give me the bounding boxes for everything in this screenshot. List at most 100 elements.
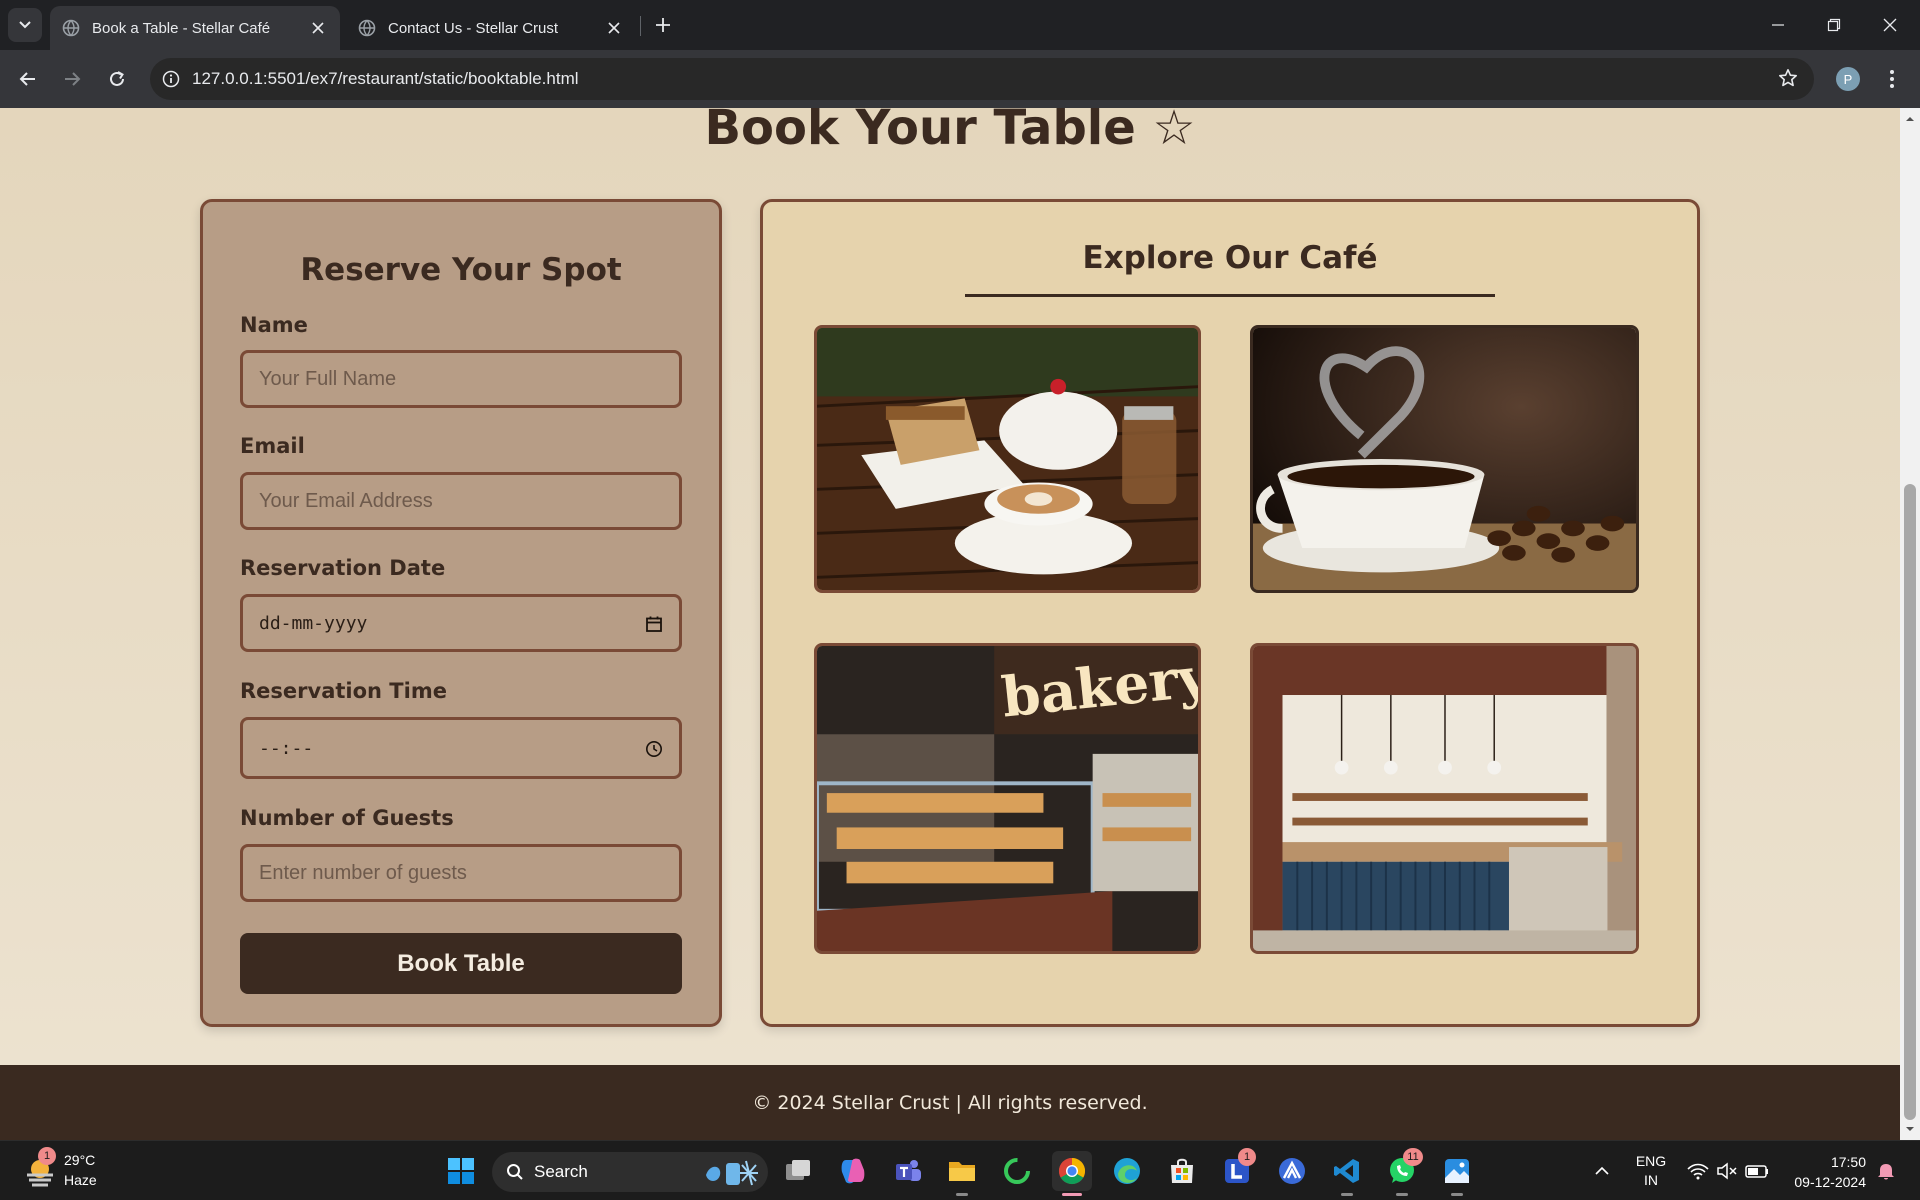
whatsapp-running-indicator bbox=[1396, 1193, 1408, 1196]
scroll-thumb[interactable] bbox=[1904, 484, 1916, 1120]
reload-icon bbox=[110, 71, 124, 86]
bakery-image: bakery bbox=[817, 646, 1198, 951]
footer-text: © 2024 Stellar Crust | All rights reserv… bbox=[752, 1091, 1148, 1114]
guests-label: Number of Guests bbox=[240, 806, 454, 830]
coffee-heart-steam-photo[interactable] bbox=[1250, 325, 1639, 593]
calendar-icon[interactable] bbox=[645, 615, 663, 633]
bakery-counter-photo[interactable]: bakery bbox=[814, 643, 1201, 954]
gallery-divider bbox=[965, 294, 1495, 297]
photos-app[interactable] bbox=[1437, 1151, 1477, 1191]
more-vertical-icon bbox=[1890, 70, 1894, 88]
close-icon[interactable] bbox=[604, 18, 624, 38]
tab-contact-us[interactable]: Contact Us - Stellar Crust bbox=[346, 6, 636, 50]
guests-placeholder: Enter number of guests bbox=[259, 861, 467, 884]
language-code: ENG bbox=[1635, 1153, 1667, 1169]
task-view-icon bbox=[786, 1160, 810, 1180]
sync-app[interactable] bbox=[997, 1151, 1037, 1191]
clock[interactable]: 17:50 09-12-2024 bbox=[1776, 1152, 1866, 1192]
arrow-right-icon bbox=[65, 72, 81, 86]
name-label: Name bbox=[240, 313, 308, 337]
bell-icon bbox=[1878, 1164, 1894, 1180]
tab-divider bbox=[640, 16, 641, 36]
profile-avatar[interactable]: P bbox=[1836, 67, 1860, 91]
restore-button[interactable] bbox=[1812, 8, 1856, 42]
chrome-app[interactable] bbox=[1052, 1151, 1092, 1191]
browser-tabstrip: Book a Table - Stellar Café Contact Us -… bbox=[0, 0, 1920, 50]
scroll-up-icon[interactable] bbox=[1905, 114, 1915, 124]
tray-overflow-button[interactable] bbox=[1582, 1151, 1622, 1191]
search-highlight-icon bbox=[706, 1160, 758, 1186]
search-label: Search bbox=[534, 1162, 588, 1181]
bookmark-star-icon[interactable] bbox=[1778, 68, 1798, 88]
copilot-app[interactable] bbox=[833, 1151, 873, 1191]
guests-input[interactable]: Enter number of guests bbox=[240, 844, 682, 902]
close-icon[interactable] bbox=[308, 18, 328, 38]
time-input[interactable]: --:-- bbox=[240, 717, 682, 779]
scroll-down-icon[interactable] bbox=[1905, 1124, 1915, 1134]
file-explorer-app[interactable] bbox=[942, 1151, 982, 1191]
weather-badge: 1 bbox=[38, 1147, 56, 1165]
teams-app[interactable] bbox=[888, 1151, 928, 1191]
chevron-down-icon bbox=[19, 21, 31, 29]
browser-menu-button[interactable] bbox=[1880, 64, 1904, 94]
time-placeholder: --:-- bbox=[259, 737, 314, 759]
teams-icon bbox=[896, 1160, 921, 1181]
address-bar[interactable]: 127.0.0.1:5501/ex7/restaurant/static/boo… bbox=[150, 58, 1814, 100]
tab-search-button[interactable] bbox=[8, 8, 42, 42]
book-table-button[interactable]: Book Table bbox=[240, 933, 682, 994]
edge-app[interactable] bbox=[1107, 1151, 1147, 1191]
reload-button[interactable] bbox=[101, 63, 133, 95]
weather-widget[interactable]: 1 29°C Haze bbox=[22, 1147, 122, 1193]
clock-time: 17:50 bbox=[1830, 1154, 1866, 1170]
date-input[interactable]: dd-mm-yyyy bbox=[240, 594, 682, 652]
wifi-volume-battery-icons bbox=[1687, 1162, 1768, 1180]
l-app-badge: 1 bbox=[1238, 1148, 1256, 1166]
close-icon bbox=[1883, 18, 1897, 32]
whatsapp-badge: 11 bbox=[1403, 1148, 1423, 1166]
weather-temp: 29°C bbox=[64, 1152, 96, 1168]
name-input[interactable]: Your Full Name bbox=[240, 350, 682, 408]
close-window-button[interactable] bbox=[1868, 8, 1912, 42]
language-indicator[interactable]: ENG IN bbox=[1628, 1152, 1674, 1190]
notifications-button[interactable] bbox=[1866, 1151, 1906, 1191]
page-viewport: Book Your Table ☆ Reserve Your Spot Name… bbox=[0, 108, 1920, 1140]
page-background: Book Your Table ☆ Reserve Your Spot Name… bbox=[0, 108, 1900, 1065]
tab-title: Book a Table - Stellar Café bbox=[92, 19, 271, 37]
reservation-form: Reserve Your Spot Name Your Full Name Em… bbox=[200, 199, 722, 1027]
quick-settings[interactable] bbox=[1684, 1151, 1774, 1191]
coffee-cup-image bbox=[1253, 328, 1636, 590]
form-title: Reserve Your Spot bbox=[300, 252, 622, 288]
clock-icon[interactable] bbox=[645, 740, 663, 758]
explorer-running-indicator bbox=[956, 1193, 968, 1196]
email-input[interactable]: Your Email Address bbox=[240, 472, 682, 530]
tab-book-a-table[interactable]: Book a Table - Stellar Café bbox=[50, 6, 340, 50]
site-info-button[interactable] bbox=[150, 58, 192, 100]
globe-icon bbox=[62, 19, 80, 37]
email-placeholder: Your Email Address bbox=[259, 489, 433, 512]
back-button[interactable] bbox=[12, 63, 44, 95]
edge-icon bbox=[1114, 1158, 1140, 1184]
taskbar: 1 29°C Haze Search 1 11 ENG IN 17:50 09-… bbox=[0, 1140, 1920, 1200]
new-tab-button[interactable] bbox=[650, 12, 676, 38]
windows-logo-icon bbox=[448, 1158, 474, 1184]
clock-date: 09-12-2024 bbox=[1794, 1174, 1866, 1190]
forward-button[interactable] bbox=[56, 63, 88, 95]
photos-icon bbox=[1445, 1159, 1469, 1183]
name-placeholder: Your Full Name bbox=[259, 367, 397, 390]
cake-and-latte-photo[interactable] bbox=[814, 325, 1201, 593]
minimize-icon bbox=[1772, 24, 1784, 26]
taskbar-search[interactable]: Search bbox=[492, 1152, 768, 1192]
store-app[interactable] bbox=[1162, 1151, 1202, 1191]
minimize-button[interactable] bbox=[1756, 8, 1800, 42]
search-icon bbox=[507, 1164, 523, 1180]
start-button[interactable] bbox=[441, 1151, 481, 1191]
photos-running-indicator bbox=[1451, 1193, 1463, 1196]
globe-icon bbox=[358, 19, 376, 37]
page-scrollbar[interactable] bbox=[1900, 108, 1920, 1140]
cafe-interior-photo[interactable] bbox=[1250, 643, 1639, 954]
task-view-button[interactable] bbox=[778, 1151, 818, 1191]
chrome-active-indicator bbox=[1062, 1193, 1082, 1196]
triangle-app-icon bbox=[1279, 1158, 1305, 1184]
vscode-app[interactable] bbox=[1327, 1151, 1367, 1191]
ai-app[interactable] bbox=[1272, 1151, 1312, 1191]
